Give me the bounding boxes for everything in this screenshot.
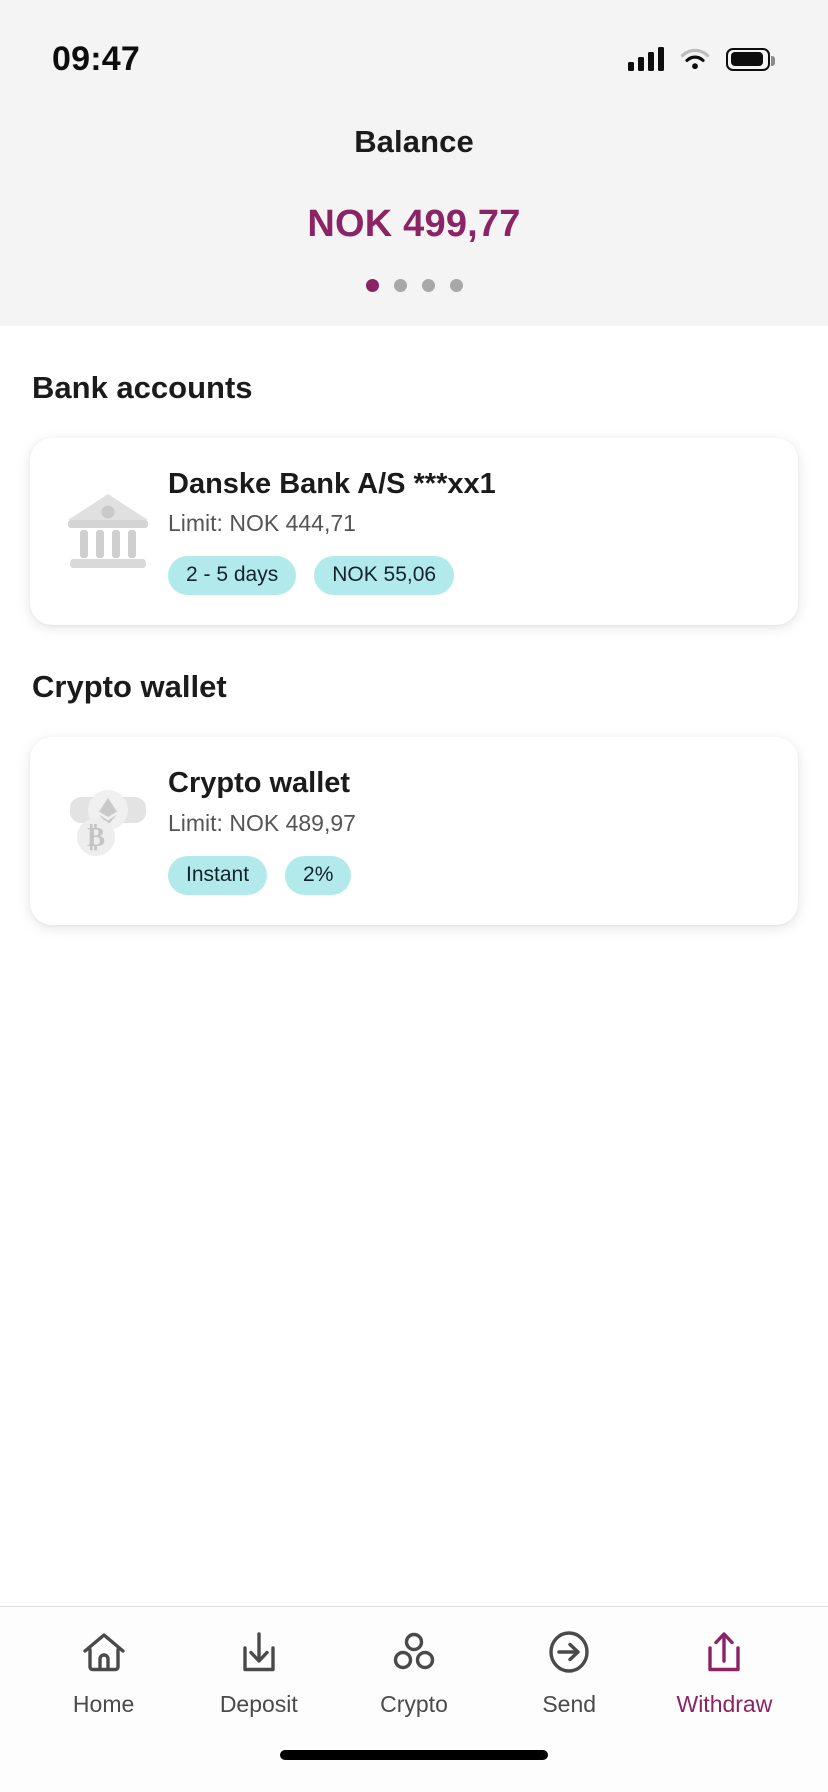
bottom-tab-bar: Home Deposit Crypto Send Withdraw bbox=[0, 1606, 828, 1718]
status-bar-icons bbox=[628, 47, 775, 71]
badge-fee-amount: NOK 55,06 bbox=[314, 556, 455, 596]
crypto-wallet-limit: Limit: NOK 489,97 bbox=[168, 809, 356, 836]
tab-home[interactable]: Home bbox=[26, 1629, 181, 1718]
battery-icon bbox=[726, 47, 775, 71]
bank-building-icon bbox=[56, 474, 160, 578]
badge-processing-time: 2 - 5 days bbox=[168, 556, 297, 596]
tab-label-crypto: Crypto bbox=[380, 1691, 448, 1717]
balance-pager-dots[interactable] bbox=[0, 279, 828, 292]
section-title-bank-accounts: Bank accounts bbox=[32, 370, 253, 405]
home-icon bbox=[82, 1633, 125, 1672]
balance-header: Balance NOK 499,77 bbox=[0, 88, 828, 326]
home-indicator[interactable] bbox=[280, 1750, 548, 1760]
withdraw-icon bbox=[708, 1632, 741, 1672]
tab-send[interactable]: Send bbox=[492, 1629, 647, 1718]
wifi-icon bbox=[680, 48, 710, 70]
svg-text:₿: ₿ bbox=[87, 822, 105, 852]
main-content: Bank accounts Danske Bank A/S ***xx1 Lim… bbox=[0, 326, 828, 1606]
crypto-wallet-badges: Instant 2% bbox=[168, 855, 770, 895]
balance-label: Balance bbox=[354, 124, 474, 159]
tab-withdraw[interactable]: Withdraw bbox=[647, 1629, 802, 1718]
bank-account-info: Danske Bank A/S ***xx1 Limit: NOK 444,71… bbox=[160, 468, 770, 596]
bank-account-card[interactable]: Danske Bank A/S ***xx1 Limit: NOK 444,71… bbox=[30, 438, 798, 626]
pager-dot-3[interactable] bbox=[421, 279, 435, 292]
crypto-wallet-card[interactable]: ₿ Crypto wallet Limit: NOK 489,97 Instan… bbox=[30, 737, 798, 925]
status-bar: 09:47 bbox=[0, 0, 828, 88]
deposit-icon bbox=[243, 1632, 275, 1672]
tab-crypto[interactable]: Crypto bbox=[336, 1629, 491, 1718]
bank-account-limit: Limit: NOK 444,71 bbox=[168, 510, 356, 537]
crypto-icon bbox=[393, 1632, 435, 1670]
send-icon bbox=[549, 1631, 589, 1673]
tab-label-home: Home bbox=[72, 1691, 135, 1717]
app-screen: 09:47 Balance NOK 499,77 Bank accounts D… bbox=[0, 0, 828, 1792]
bank-account-title: Danske Bank A/S ***xx1 bbox=[168, 468, 496, 500]
crypto-wallet-info: Crypto wallet Limit: NOK 489,97 Instant … bbox=[160, 767, 770, 895]
section-title-crypto-wallet: Crypto wallet bbox=[32, 669, 227, 705]
crypto-coins-icon: ₿ bbox=[56, 773, 160, 877]
cellular-signal-icon bbox=[628, 47, 664, 71]
tab-label-withdraw: Withdraw bbox=[676, 1691, 773, 1717]
badge-fee-percent: 2% bbox=[285, 855, 352, 895]
balance-amount: NOK 499,77 bbox=[307, 203, 521, 245]
bank-account-badges: 2 - 5 days NOK 55,06 bbox=[168, 556, 770, 596]
pager-dot-4[interactable] bbox=[449, 279, 463, 292]
status-bar-clock: 09:47 bbox=[52, 39, 140, 78]
home-indicator-area bbox=[0, 1718, 828, 1792]
tab-label-send: Send bbox=[542, 1691, 597, 1717]
badge-processing-time: Instant bbox=[168, 855, 268, 895]
tab-label-deposit: Deposit bbox=[219, 1691, 298, 1717]
pager-dot-1[interactable] bbox=[365, 279, 379, 292]
pager-dot-2[interactable] bbox=[393, 279, 407, 292]
crypto-wallet-title: Crypto wallet bbox=[168, 767, 351, 800]
tab-deposit[interactable]: Deposit bbox=[181, 1629, 336, 1718]
